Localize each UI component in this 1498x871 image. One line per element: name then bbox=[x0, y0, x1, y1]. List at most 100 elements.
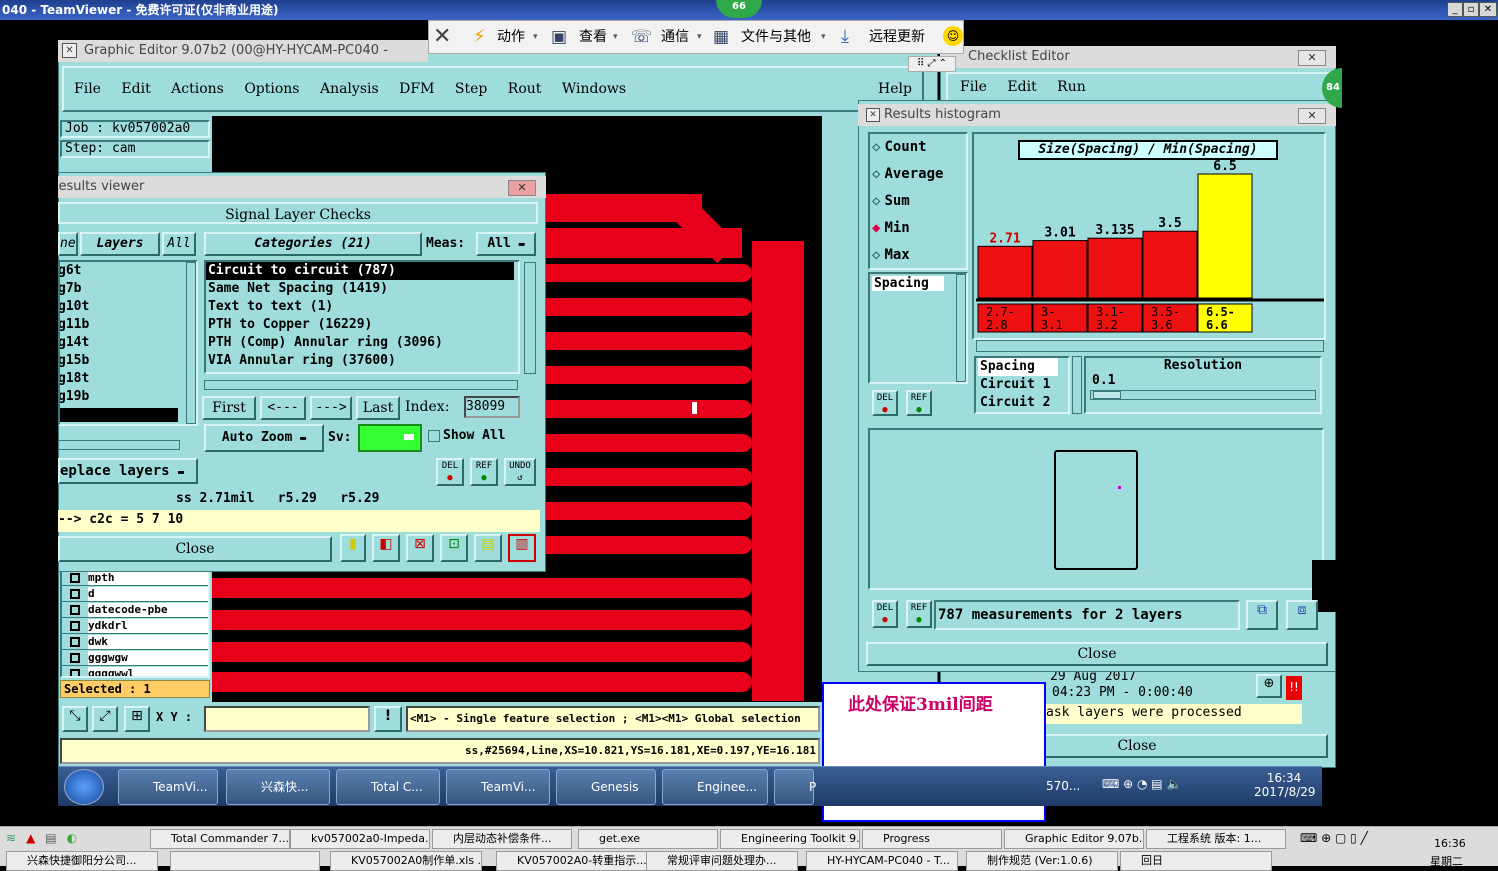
result-layer-item[interactable]: g11b bbox=[60, 316, 196, 334]
tab-name[interactable]: ne bbox=[58, 232, 78, 256]
layer-checkbox[interactable] bbox=[70, 620, 80, 631]
menu-actions[interactable]: Actions bbox=[171, 81, 224, 97]
checklist-close-icon[interactable]: ✕ bbox=[1298, 50, 1326, 66]
local-task-button[interactable]: Progress bbox=[862, 829, 1002, 849]
actions-menu[interactable]: 动作 bbox=[497, 21, 525, 53]
field-list[interactable]: Spacing bbox=[868, 272, 968, 384]
histogram-bar[interactable] bbox=[1197, 173, 1253, 299]
local-task-button[interactable]: KV057002A0制作单.xls ... bbox=[330, 851, 482, 871]
hist-del-button[interactable]: DEL ● bbox=[872, 390, 898, 416]
remote-task-button[interactable]: TeamVi... bbox=[118, 769, 218, 805]
menu-rout[interactable]: Rout bbox=[508, 81, 542, 97]
layer-checkbox[interactable] bbox=[70, 668, 80, 676]
start-button[interactable] bbox=[64, 769, 104, 805]
diamond-radio-icon[interactable]: ◇ bbox=[872, 247, 880, 263]
bin-list-item[interactable]: Circuit 2 bbox=[976, 394, 1068, 412]
layer-row[interactable]: gggwgw bbox=[62, 650, 208, 666]
prev-button[interactable]: <--- bbox=[260, 396, 306, 420]
preview-ref-button[interactable]: REF ● bbox=[906, 600, 932, 628]
rv-undo-button[interactable]: UNDO ↺ bbox=[504, 458, 536, 486]
files-menu[interactable]: 文件与其他 bbox=[741, 21, 811, 53]
field-item-spacing[interactable]: Spacing bbox=[872, 276, 944, 291]
field-list-scrollbar[interactable] bbox=[956, 274, 966, 382]
zoom-area-icon[interactable]: ⤢ bbox=[92, 706, 118, 732]
smiley-icon[interactable]: ☺ bbox=[943, 26, 963, 46]
layer-checkbox[interactable] bbox=[70, 636, 80, 647]
grid-icon[interactable]: ⊞ bbox=[124, 706, 150, 732]
index-input[interactable]: 38099 bbox=[464, 396, 520, 418]
histogram-close-button[interactable]: Close bbox=[866, 642, 1328, 666]
layer-list[interactable]: mpth d datecode-pbe ydkdrl dwk gggwgw ggggwwl bbox=[60, 568, 210, 678]
category-item[interactable]: VIA Annular ring (37600) bbox=[206, 352, 518, 370]
local-task-button[interactable]: Total Commander 7.... bbox=[150, 829, 290, 849]
menu-windows[interactable]: Windows bbox=[562, 81, 626, 97]
local-task-button[interactable]: Graphic Editor 9.07b... bbox=[1004, 829, 1144, 849]
categories-tab[interactable]: Categories (21) bbox=[204, 232, 422, 256]
next-button[interactable]: ---> bbox=[310, 396, 352, 420]
local-task-button[interactable]: kv057002a0-Impeda... bbox=[290, 829, 430, 849]
marker-icon[interactable]: ▮ bbox=[340, 534, 366, 562]
replace-layers-button[interactable]: eplace layers ▬ bbox=[58, 458, 198, 484]
rv-del-button[interactable]: DEL ● bbox=[436, 458, 464, 486]
report-icon[interactable]: ▤ bbox=[474, 534, 502, 562]
close-window-button[interactable]: ✕ bbox=[1479, 2, 1497, 17]
layer-row[interactable]: dwk bbox=[62, 634, 208, 650]
menu-step[interactable]: Step bbox=[455, 81, 487, 97]
result-layer-item[interactable]: g19b bbox=[60, 388, 196, 406]
diamond-radio-icon[interactable]: ◇ bbox=[872, 193, 880, 209]
layer-row[interactable]: ggggwwl bbox=[62, 666, 208, 676]
histogram-icon[interactable]: ▥ bbox=[508, 534, 536, 562]
option-sum[interactable]: ◇ Sum bbox=[872, 190, 968, 217]
remote-update-button[interactable]: 远程更新 bbox=[869, 21, 925, 53]
layer-row[interactable]: d bbox=[62, 586, 208, 602]
category-item[interactable]: Circuit to circuit (787) bbox=[206, 262, 514, 280]
zoom-fit-icon[interactable]: ⤡ bbox=[62, 706, 88, 732]
histogram-close-icon[interactable]: ✕ bbox=[1298, 108, 1326, 124]
layer-checkbox[interactable] bbox=[70, 652, 80, 663]
categories-list[interactable]: Circuit to circuit (787) Same Net Spacing… bbox=[204, 260, 520, 374]
export-icon[interactable]: ⧉ bbox=[1246, 600, 1278, 630]
hist-ref-button[interactable]: REF ● bbox=[906, 390, 932, 416]
menu-analysis[interactable]: Analysis bbox=[320, 81, 379, 97]
option-average[interactable]: ◇ Average bbox=[872, 163, 968, 190]
local-task-button[interactable]: 兴森快捷御阳分公司... bbox=[6, 851, 158, 871]
result-layer-item[interactable]: g15b bbox=[60, 352, 196, 370]
menu-edit[interactable]: Edit bbox=[121, 81, 150, 97]
auto-zoom-select[interactable]: Auto Zoom ▬ bbox=[204, 424, 324, 452]
menu-dfm[interactable]: DFM bbox=[399, 81, 434, 97]
bins-scrollbar[interactable] bbox=[1072, 356, 1082, 414]
remote-task-button[interactable]: Genesis bbox=[556, 769, 656, 805]
remote-task-button[interactable]: Enginee... bbox=[662, 769, 768, 805]
local-task-button[interactable]: 回日 bbox=[1120, 851, 1272, 871]
print-icon[interactable]: ⧈ bbox=[1286, 600, 1318, 630]
histogram-bar[interactable] bbox=[977, 245, 1033, 299]
result-layer-item[interactable]: g18t bbox=[60, 370, 196, 388]
checklist-menu-run[interactable]: Run bbox=[1057, 79, 1086, 95]
menu-file[interactable]: File bbox=[74, 81, 101, 97]
local-task-button[interactable]: 制作规范 (Ver:1.0.6) bbox=[966, 851, 1118, 871]
category-item[interactable]: Text to text (1) bbox=[206, 298, 518, 316]
communicate-menu[interactable]: 通信 bbox=[661, 21, 689, 53]
selected-layer-row[interactable] bbox=[60, 408, 178, 422]
clear-icon[interactable]: ⊠ bbox=[406, 534, 434, 562]
sv-color-select[interactable] bbox=[358, 424, 422, 452]
tab-all[interactable]: All bbox=[162, 232, 196, 256]
resolution-slider[interactable] bbox=[1090, 390, 1316, 400]
option-count[interactable]: ◇ Count bbox=[872, 136, 968, 163]
rv-ref-button[interactable]: REF ● bbox=[470, 458, 498, 486]
categories-scrollbar[interactable] bbox=[524, 262, 536, 374]
results-layer-list[interactable]: g6t g7b g10t g11b g14t g15b g18t g19b bbox=[58, 260, 198, 426]
layer-row[interactable]: mpth bbox=[62, 570, 208, 586]
category-item[interactable]: PTH to Copper (16229) bbox=[206, 316, 518, 334]
chart-hscrollbar[interactable] bbox=[976, 340, 1324, 352]
checklist-menu-file[interactable]: File bbox=[960, 79, 987, 95]
bin-list-item[interactable]: Spacing bbox=[978, 358, 1058, 376]
results-close-icon[interactable]: ✕ bbox=[508, 180, 536, 196]
diamond-radio-icon[interactable]: ◇ bbox=[872, 166, 880, 182]
histogram-bar[interactable] bbox=[1087, 237, 1143, 299]
number-icon[interactable]: ⊡ bbox=[440, 534, 468, 562]
remote-task-button[interactable]: 兴森快... bbox=[226, 769, 330, 805]
remote-task-button[interactable]: P bbox=[774, 769, 816, 805]
preview-del-button[interactable]: DEL ● bbox=[872, 600, 898, 628]
zoom-icon[interactable]: ⊕ bbox=[1256, 674, 1282, 698]
